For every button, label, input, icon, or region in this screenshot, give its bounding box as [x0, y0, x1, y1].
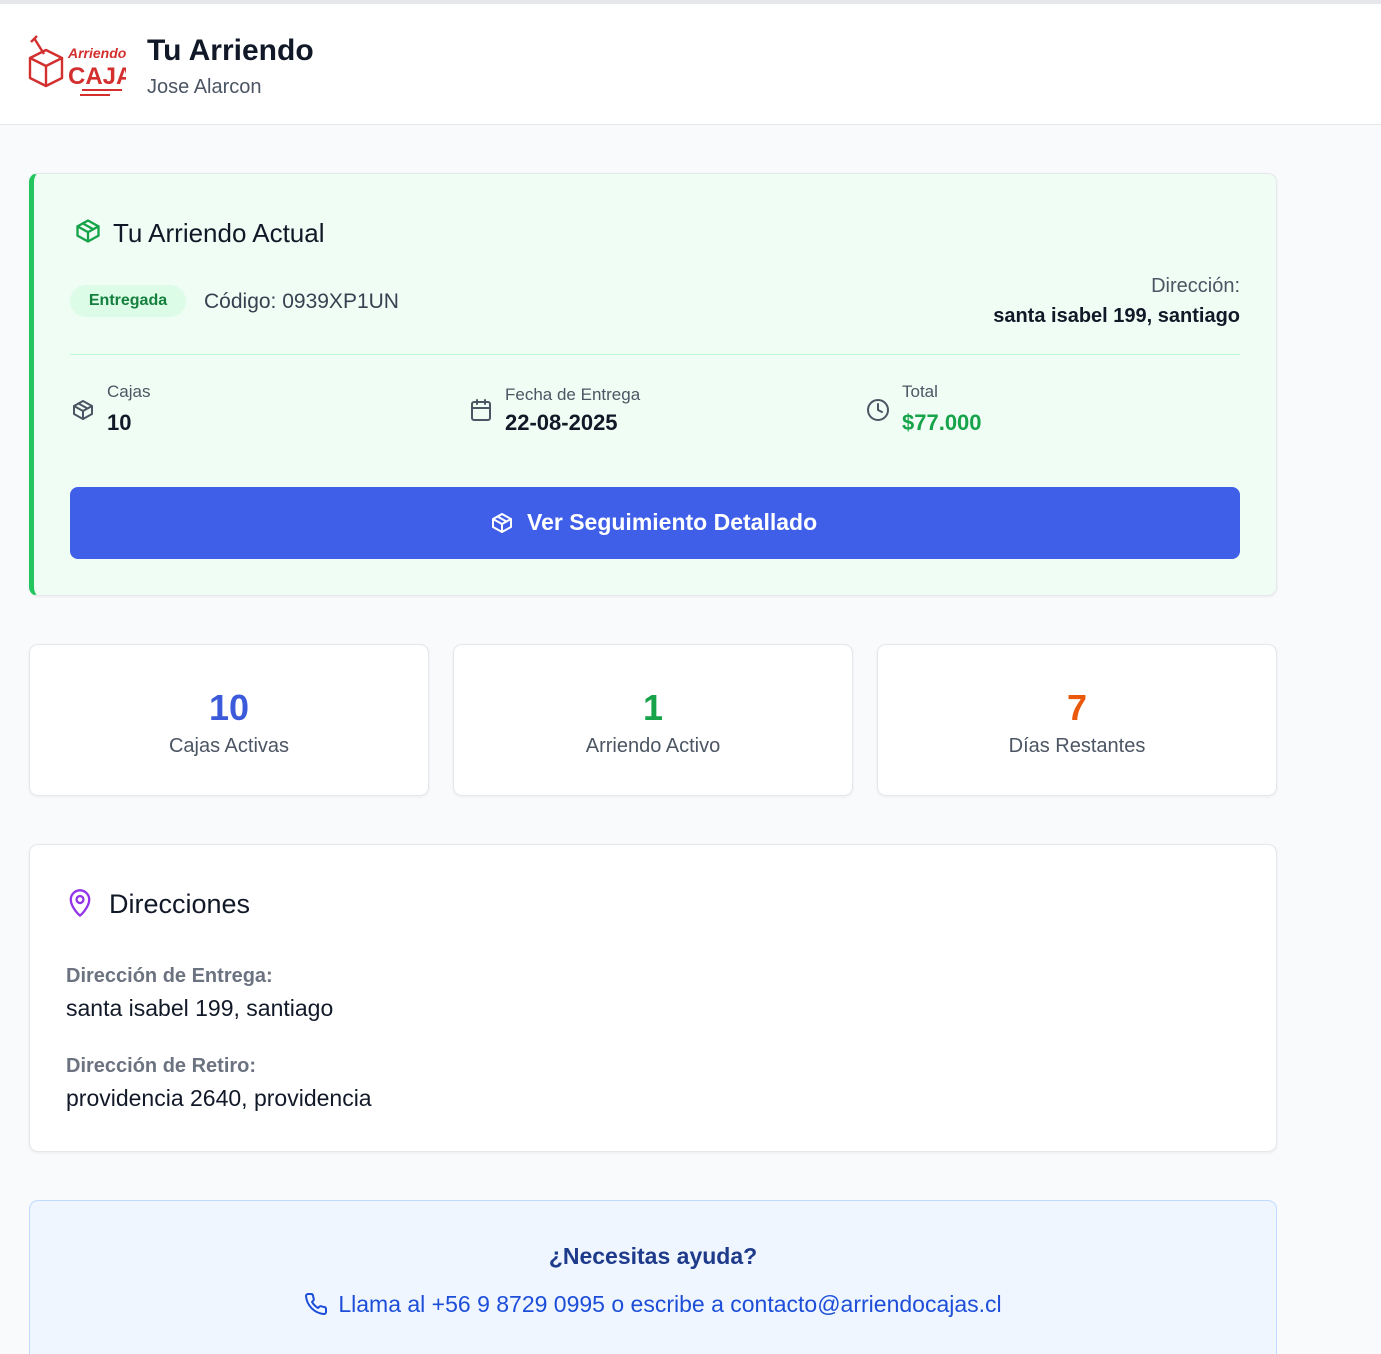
total-label: Total: [902, 382, 938, 401]
metric-days-remaining: 7 Días Restantes: [877, 644, 1277, 796]
metric-label: Días Restantes: [1008, 735, 1146, 757]
addresses-card: Direcciones Dirección de Entrega: santa …: [29, 844, 1277, 1152]
total-value: $77.000: [902, 410, 982, 435]
metric-value: 7: [1066, 687, 1088, 728]
boxes-label: Cajas: [107, 382, 151, 401]
metric-label: Arriendo Activo: [585, 735, 721, 757]
calendar-icon: [469, 398, 493, 422]
address-value: santa isabel 199, santiago: [993, 305, 1240, 327]
phone-icon: [305, 1292, 328, 1315]
metric-label: Cajas Activas: [168, 735, 290, 757]
help-contact-text: Llama al +56 9 8729 0995 o escribe a con…: [338, 1291, 1002, 1317]
clock-icon: [866, 398, 890, 422]
box-icon: [74, 217, 102, 245]
delivery-date-value: 22-08-2025: [505, 410, 618, 435]
help-contact-line[interactable]: Llama al +56 9 8729 0995 o escribe a con…: [30, 1291, 1276, 1318]
help-card: ¿Necesitas ayuda? Llama al +56 9 8729 09…: [29, 1200, 1277, 1354]
delivery-address-value: santa isabel 199, santiago: [66, 995, 334, 1021]
addresses-title: Direcciones: [109, 889, 251, 919]
current-rental-title: Tu Arriendo Actual: [113, 218, 325, 248]
app-header: Arriendo CAJAS Tu Arriendo Jose Alarcon: [0, 4, 1381, 125]
help-title: ¿Necesitas ayuda?: [548, 1243, 758, 1269]
svg-text:Arriendo: Arriendo: [67, 45, 126, 61]
box-icon: [71, 398, 95, 422]
metric-active-rental: 1 Arriendo Activo: [453, 644, 853, 796]
pickup-address-value: providencia 2640, providencia: [66, 1085, 372, 1111]
svg-text:CAJAS: CAJAS: [68, 63, 126, 90]
metric-value: 1: [642, 687, 664, 728]
metric-value: 10: [208, 687, 250, 728]
view-tracking-button[interactable]: Ver Seguimiento Detallado: [70, 487, 1240, 559]
page-title: Tu Arriendo: [147, 34, 314, 67]
map-pin-icon: [66, 888, 94, 918]
metric-active-boxes: 10 Cajas Activas: [29, 644, 429, 796]
address-label: Dirección:: [1151, 275, 1240, 297]
status-badge: Entregada: [70, 285, 186, 317]
delivery-date-label: Fecha de Entrega: [505, 385, 641, 404]
user-name: Jose Alarcon: [147, 76, 262, 98]
rental-code: Código: 0939XP1UN: [204, 290, 399, 313]
view-tracking-label: Ver Seguimiento Detallado: [527, 509, 818, 535]
divider: [70, 354, 1240, 355]
pickup-address-label: Dirección de Retiro:: [66, 1055, 257, 1077]
delivery-address-label: Dirección de Entrega:: [66, 965, 273, 987]
current-rental-card: Tu Arriendo Actual Entregada Código: 093…: [29, 173, 1277, 596]
arriendo-cajas-logo[interactable]: Arriendo CAJAS: [26, 32, 149, 100]
box-icon: [490, 511, 514, 535]
boxes-value: 10: [107, 410, 132, 435]
